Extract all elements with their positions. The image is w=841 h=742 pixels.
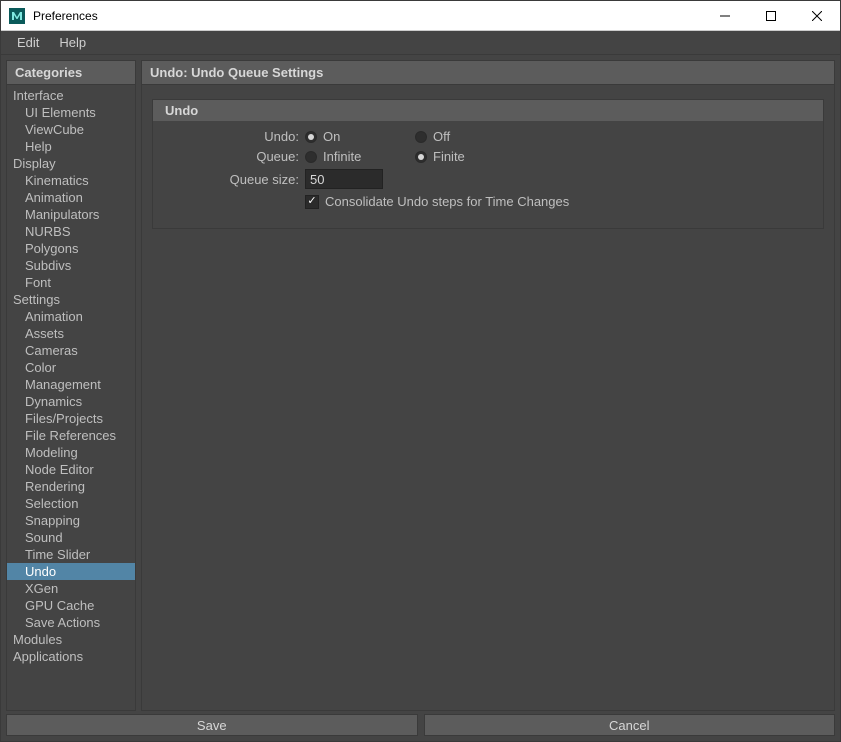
maximize-button[interactable] <box>748 1 794 30</box>
category-item[interactable]: NURBS <box>7 223 135 240</box>
main-panel: Undo: Undo Queue Settings Undo Undo: On <box>141 60 835 711</box>
queue-size-input[interactable] <box>305 169 383 189</box>
category-item[interactable]: File References <box>7 427 135 444</box>
undo-on-option[interactable]: On <box>305 129 415 144</box>
category-group[interactable]: Settings <box>7 291 135 308</box>
queue-label: Queue: <box>165 149 305 164</box>
category-item[interactable]: Snapping <box>7 512 135 529</box>
category-item[interactable]: Modeling <box>7 444 135 461</box>
category-item[interactable]: Help <box>7 138 135 155</box>
category-item[interactable]: GPU Cache <box>7 597 135 614</box>
titlebar: Preferences <box>1 1 840 31</box>
category-item[interactable]: Node Editor <box>7 461 135 478</box>
category-item[interactable]: Time Slider <box>7 546 135 563</box>
undo-row: Undo: On Off <box>165 129 811 144</box>
checkbox-icon <box>305 195 319 209</box>
category-item[interactable]: Cameras <box>7 342 135 359</box>
undo-off-label: Off <box>433 129 450 144</box>
cancel-button[interactable]: Cancel <box>424 714 836 736</box>
queue-finite-option[interactable]: Finite <box>415 149 525 164</box>
close-button[interactable] <box>794 1 840 30</box>
category-group[interactable]: Applications <box>7 648 135 665</box>
main-header: Undo: Undo Queue Settings <box>141 60 835 85</box>
category-item[interactable]: Polygons <box>7 240 135 257</box>
category-item[interactable]: ViewCube <box>7 121 135 138</box>
radio-icon <box>305 151 317 163</box>
category-item[interactable]: Files/Projects <box>7 410 135 427</box>
queue-size-label: Queue size: <box>165 172 305 187</box>
app-icon <box>8 7 26 25</box>
footer: Save Cancel <box>1 711 840 741</box>
category-item[interactable]: XGen <box>7 580 135 597</box>
queue-row: Queue: Infinite Finite <box>165 149 811 164</box>
category-item[interactable]: Assets <box>7 325 135 342</box>
sidebar: Categories InterfaceUI ElementsViewCubeH… <box>6 60 136 711</box>
category-item[interactable]: Animation <box>7 308 135 325</box>
category-item[interactable]: Selection <box>7 495 135 512</box>
menu-edit[interactable]: Edit <box>7 33 49 52</box>
category-group[interactable]: Interface <box>7 87 135 104</box>
section-title: Undo <box>153 100 823 121</box>
category-item[interactable]: Animation <box>7 189 135 206</box>
sidebar-header: Categories <box>6 60 136 85</box>
radio-icon <box>415 131 427 143</box>
undo-radio-set: On Off <box>305 129 525 144</box>
category-item[interactable]: Kinematics <box>7 172 135 189</box>
category-item[interactable]: Rendering <box>7 478 135 495</box>
radio-icon <box>415 151 427 163</box>
category-item[interactable]: Color Management <box>7 359 135 393</box>
queue-finite-label: Finite <box>433 149 465 164</box>
category-item[interactable]: Sound <box>7 529 135 546</box>
undo-label: Undo: <box>165 129 305 144</box>
category-item[interactable]: Font <box>7 274 135 291</box>
undo-on-label: On <box>323 129 340 144</box>
category-item[interactable]: Subdivs <box>7 257 135 274</box>
category-group[interactable]: Display <box>7 155 135 172</box>
menu-help[interactable]: Help <box>49 33 96 52</box>
queue-infinite-option[interactable]: Infinite <box>305 149 415 164</box>
main-body: Undo Undo: On Off <box>141 85 835 711</box>
window-title: Preferences <box>33 9 702 23</box>
category-item[interactable]: Dynamics <box>7 393 135 410</box>
save-button[interactable]: Save <box>6 714 418 736</box>
consolidate-label: Consolidate Undo steps for Time Changes <box>325 194 569 209</box>
preferences-window: Preferences Edit Help Categories Interfa… <box>0 0 841 742</box>
queue-infinite-label: Infinite <box>323 149 361 164</box>
undo-off-option[interactable]: Off <box>415 129 525 144</box>
category-item[interactable]: Save Actions <box>7 614 135 631</box>
body-area: Categories InterfaceUI ElementsViewCubeH… <box>1 55 840 711</box>
section-body: Undo: On Off <box>153 121 823 228</box>
category-group[interactable]: Modules <box>7 631 135 648</box>
category-item[interactable]: UI Elements <box>7 104 135 121</box>
category-item[interactable]: Manipulators <box>7 206 135 223</box>
category-item[interactable]: Undo <box>7 563 135 580</box>
queue-size-row: Queue size: <box>165 169 811 189</box>
sidebar-list[interactable]: InterfaceUI ElementsViewCubeHelpDisplayK… <box>6 85 136 711</box>
queue-radio-set: Infinite Finite <box>305 149 525 164</box>
undo-section: Undo Undo: On Off <box>152 99 824 229</box>
minimize-button[interactable] <box>702 1 748 30</box>
radio-icon <box>305 131 317 143</box>
consolidate-option[interactable]: Consolidate Undo steps for Time Changes <box>305 194 569 209</box>
menubar: Edit Help <box>1 31 840 55</box>
consolidate-row: Consolidate Undo steps for Time Changes <box>165 194 811 209</box>
window-controls <box>702 1 840 30</box>
